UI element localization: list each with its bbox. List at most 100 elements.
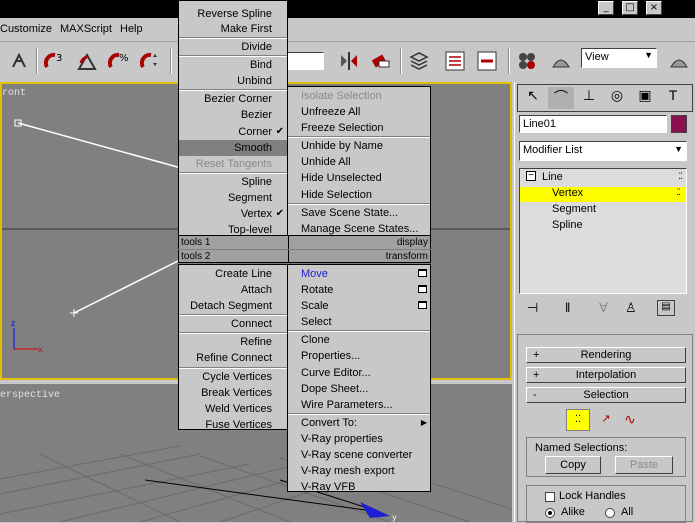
alike-radio[interactable] <box>545 508 555 518</box>
menu-item-clone[interactable]: Clone <box>288 332 430 348</box>
mirror-icon[interactable] <box>334 46 364 76</box>
interpolation-rollout[interactable]: + Interpolation <box>526 367 686 383</box>
menu-item-dope-sheet[interactable]: Dope Sheet... <box>288 381 430 397</box>
menu-item-weld-vertices[interactable]: Weld Vertices <box>179 401 287 417</box>
menu-item-reverse-spline[interactable]: Reverse Spline <box>179 7 287 21</box>
material-editor-icon[interactable] <box>512 46 542 76</box>
quick-render-icon[interactable] <box>664 46 694 76</box>
menu-item-unhide-by-name[interactable]: Unhide by Name <box>288 138 430 154</box>
menu-item-hide-unselected[interactable]: Hide Unselected <box>288 170 430 186</box>
settings-window-icon[interactable] <box>418 269 427 277</box>
menu-item-rotate[interactable]: Rotate <box>288 282 430 298</box>
menu-item-spline[interactable]: Spline <box>179 174 287 190</box>
menu-maxscript[interactable]: MAXScript <box>60 23 112 35</box>
pin-stack-icon[interactable]: ⊣ <box>527 300 538 316</box>
menu-item-refine-connect[interactable]: Refine Connect <box>179 350 287 366</box>
menu-item-convert-to[interactable]: Convert To: ▶ <box>288 415 430 431</box>
close-button[interactable]: × <box>646 1 662 15</box>
menu-item-break-vertices[interactable]: Break Vertices <box>179 385 287 401</box>
menu-item-detach-segment[interactable]: Detach Segment <box>179 298 287 314</box>
menu-item-unfreeze-all[interactable]: Unfreeze All <box>288 104 430 120</box>
angle-snap-icon[interactable] <box>72 46 102 76</box>
menu-item-fuse-vertices[interactable]: Fuse Vertices <box>179 417 287 433</box>
motion-tab-icon[interactable]: ◎ <box>604 87 630 109</box>
menu-item-connect[interactable]: Connect <box>179 316 287 332</box>
rendering-rollout[interactable]: + Rendering <box>526 347 686 363</box>
lock-handles-checkbox[interactable] <box>545 492 555 502</box>
menu-item-manage-scene-states[interactable]: Manage Scene States... <box>288 221 430 237</box>
show-end-result-icon[interactable]: ‖ <box>565 300 570 315</box>
menu-item-select[interactable]: Select <box>288 314 430 330</box>
menu-item-unhide-all[interactable]: Unhide All <box>288 154 430 170</box>
menu-item-vray-vfb[interactable]: V-Ray VFB <box>288 479 430 495</box>
settings-window-icon[interactable] <box>418 301 427 310</box>
stack-item-spline[interactable]: Spline <box>520 219 686 234</box>
align-icon[interactable] <box>366 46 396 76</box>
remove-modifier-icon[interactable]: ♙ <box>625 300 637 316</box>
menu-item-isolate-selection[interactable]: Isolate Selection <box>288 88 430 104</box>
make-unique-icon[interactable]: ∀ <box>599 300 608 316</box>
modify-tab-icon[interactable]: ⌒ <box>548 87 574 109</box>
object-name-field[interactable]: Line01 <box>519 115 667 133</box>
minimize-button[interactable]: _ <box>598 1 614 15</box>
segment-mode-icon[interactable]: ↗ <box>594 409 618 431</box>
stack-item-vertex[interactable]: Vertex ⁚⁚ <box>520 187 686 202</box>
maximize-button[interactable]: □ <box>622 1 638 15</box>
utilities-tab-icon[interactable]: T <box>660 87 686 109</box>
spline-mode-icon[interactable]: ∿ <box>618 409 642 431</box>
curve-editor-icon[interactable] <box>440 46 470 76</box>
stack-item-line[interactable]: − Line ⁚⁚ <box>524 171 684 186</box>
all-radio[interactable] <box>605 508 615 518</box>
object-color-swatch[interactable] <box>671 115 687 133</box>
snap-3d-icon[interactable]: 3 <box>40 46 70 76</box>
configure-modifier-sets-icon[interactable]: ▤ <box>657 300 675 316</box>
menu-item-vray-properties[interactable]: V-Ray properties <box>288 431 430 447</box>
svg-text:z: z <box>11 319 15 328</box>
menu-item-make-first[interactable]: Make First <box>179 21 287 37</box>
collapse-icon[interactable]: − <box>526 171 536 181</box>
menu-item-bind[interactable]: Bind <box>179 57 287 73</box>
menu-item-smooth[interactable]: Smooth <box>179 139 287 156</box>
menu-item-vertex[interactable]: Vertex ✔ <box>179 206 287 222</box>
menu-item-vray-mesh-export[interactable]: V-Ray mesh export <box>288 463 430 479</box>
vertex-mode-icon[interactable]: ⁚⁚ <box>566 409 590 431</box>
menu-item-wire-parameters[interactable]: Wire Parameters... <box>288 397 430 413</box>
menu-item-divide[interactable]: Divide <box>179 39 287 55</box>
menu-item-curve-editor[interactable]: Curve Editor... <box>288 365 430 381</box>
menu-item-move[interactable]: Move <box>288 266 430 282</box>
create-tab-icon[interactable]: ↖ <box>520 87 546 109</box>
render-view-dropdown[interactable]: View ▼ <box>581 48 657 68</box>
menu-item-create-line[interactable]: Create Line <box>179 266 287 282</box>
selection-rollout[interactable]: - Selection <box>526 387 686 403</box>
menu-item-freeze-selection[interactable]: Freeze Selection <box>288 120 430 136</box>
menu-customize[interactable]: Customize <box>0 23 52 35</box>
menu-item-unbind[interactable]: Unbind <box>179 73 287 89</box>
menu-item-refine[interactable]: Refine <box>179 334 287 350</box>
menu-item-segment[interactable]: Segment <box>179 190 287 206</box>
menu-item-reset-tangents[interactable]: Reset Tangents <box>179 156 287 172</box>
percent-snap-icon[interactable]: % <box>104 46 134 76</box>
hierarchy-tab-icon[interactable]: ⊥ <box>576 87 602 109</box>
paste-button[interactable]: Paste <box>615 456 673 474</box>
menu-item-corner[interactable]: Corner ✔ <box>179 124 287 140</box>
layer-manager-icon[interactable] <box>404 46 434 76</box>
schematic-view-icon[interactable] <box>472 46 502 76</box>
menu-item-hide-selection[interactable]: Hide Selection <box>288 187 430 203</box>
menu-help[interactable]: Help <box>120 23 143 35</box>
settings-window-icon[interactable] <box>418 285 427 294</box>
render-setup-icon[interactable] <box>546 46 576 76</box>
spinner-snap-icon[interactable] <box>136 46 166 76</box>
stack-item-segment[interactable]: Segment <box>520 203 686 218</box>
menu-item-bezier[interactable]: Bezier <box>179 107 287 123</box>
menu-item-save-scene-state[interactable]: Save Scene State... <box>288 205 430 221</box>
select-link-icon[interactable] <box>4 46 34 76</box>
copy-button[interactable]: Copy <box>545 456 601 474</box>
menu-item-scale[interactable]: Scale <box>288 298 430 314</box>
display-tab-icon[interactable]: ▣ <box>632 87 658 109</box>
menu-item-vray-scene-converter[interactable]: V-Ray scene converter <box>288 447 430 463</box>
menu-item-bezier-corner[interactable]: Bezier Corner <box>179 91 287 107</box>
menu-item-properties[interactable]: Properties... <box>288 348 430 364</box>
menu-item-cycle-vertices[interactable]: Cycle Vertices <box>179 369 287 385</box>
menu-item-attach[interactable]: Attach <box>179 282 287 298</box>
modifier-list-dropdown[interactable]: Modifier List ▼ <box>519 141 687 161</box>
